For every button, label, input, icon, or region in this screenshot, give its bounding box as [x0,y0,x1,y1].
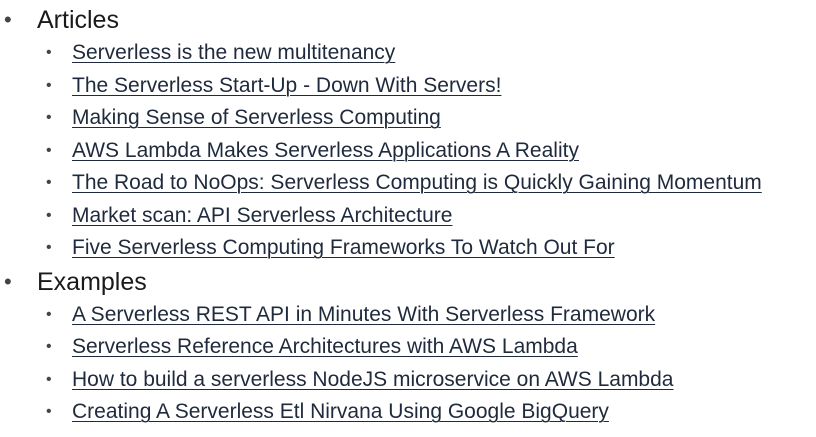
list-item: • Creating A Serverless Etl Nirvana Usin… [0,396,816,429]
article-link[interactable]: AWS Lambda Makes Serverless Applications… [72,135,579,167]
example-link[interactable]: Creating A Serverless Etl Nirvana Using … [72,396,609,428]
bullet-icon: • [46,370,52,388]
article-link[interactable]: Making Sense of Serverless Computing [72,102,441,134]
article-link[interactable]: The Road to NoOps: Serverless Computing … [72,167,762,199]
bullet-icon: • [46,206,52,224]
section-title-articles: Articles [37,6,119,34]
article-link[interactable]: Five Serverless Computing Frameworks To … [72,232,615,264]
bullet-icon: • [46,141,52,159]
article-link[interactable]: Serverless is the new multitenancy [72,37,395,69]
bullet-icon: • [46,44,52,62]
section-heading: • Examples [0,265,816,299]
bullet-icon: • [4,268,12,294]
article-link[interactable]: The Serverless Start-Up - Down With Serv… [72,70,501,102]
section-title-examples: Examples [37,267,147,296]
examples-link-list: • A Serverless REST API in Minutes With … [0,299,816,429]
list-item: • Five Serverless Computing Frameworks T… [0,232,816,265]
bullet-icon: • [46,239,52,257]
list-item: • The Serverless Start-Up - Down With Se… [0,70,816,103]
bullet-icon: • [46,109,52,127]
articles-section: • Articles • Serverless is the new multi… [0,3,816,265]
bullet-icon: • [4,7,12,32]
list-item: • How to build a serverless NodeJS micro… [0,364,816,397]
articles-link-list: • Serverless is the new multitenancy • T… [0,37,816,265]
list-item: • Serverless Reference Architectures wit… [0,331,816,364]
list-item: • A Serverless REST API in Minutes With … [0,299,816,332]
list-item: • AWS Lambda Makes Serverless Applicatio… [0,135,816,168]
examples-section: • Examples • A Serverless REST API in Mi… [0,265,816,429]
list-item: • Serverless is the new multitenancy [0,37,816,70]
example-link[interactable]: How to build a serverless NodeJS microse… [72,364,673,396]
bullet-icon: • [46,403,52,421]
section-heading: • Articles [0,3,816,37]
list-item: • The Road to NoOps: Serverless Computin… [0,167,816,200]
bullet-icon: • [46,76,52,94]
bullet-icon: • [46,338,52,356]
bullet-icon: • [46,174,52,192]
example-link[interactable]: A Serverless REST API in Minutes With Se… [72,299,655,331]
list-item: • Market scan: API Serverless Architectu… [0,200,816,233]
list-item: • Making Sense of Serverless Computing [0,102,816,135]
bullet-icon: • [46,305,52,323]
slide-page: • Articles • Serverless is the new multi… [0,0,816,437]
article-link[interactable]: Market scan: API Serverless Architecture [72,200,452,232]
example-link[interactable]: Serverless Reference Architectures with … [72,331,578,363]
